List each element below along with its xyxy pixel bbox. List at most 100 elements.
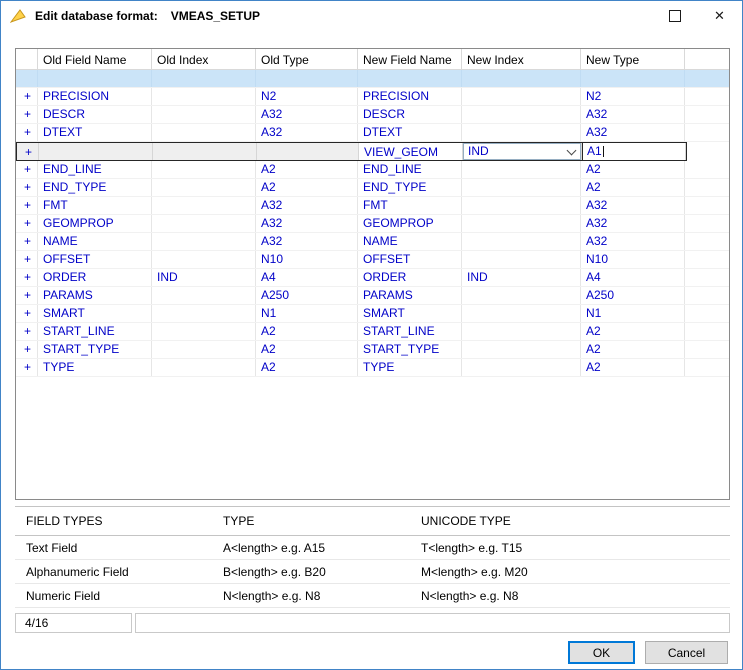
grid-cell: NAME (358, 233, 462, 250)
grid-cell: A32 (581, 233, 685, 250)
status-panel (135, 613, 730, 633)
grid-cell: PARAMS (358, 287, 462, 304)
grid-cell (685, 197, 729, 214)
grid-header-row: Old Field NameOld IndexOld TypeNew Field… (16, 49, 729, 70)
grid-cell (685, 323, 729, 340)
grid-cell: A2 (581, 341, 685, 358)
grid-cell (152, 179, 256, 196)
dialog-title-value: VMEAS_SETUP (171, 9, 260, 23)
grid-cell: FMT (358, 197, 462, 214)
row-marker[interactable]: + (16, 323, 38, 340)
grid-cell (685, 124, 729, 141)
legend-row-alphanumeric-field: Alphanumeric Field B<length> e.g. B20 M<… (15, 560, 730, 584)
row-marker[interactable]: + (16, 106, 38, 123)
maximize-icon (669, 10, 681, 22)
grid-cell: A32 (581, 124, 685, 141)
grid-row[interactable]: +END_LINEA2END_LINEA2 (16, 161, 729, 179)
row-marker[interactable]: + (16, 269, 38, 286)
grid-cell: PRECISION (38, 88, 152, 105)
grid-cell: A250 (581, 287, 685, 304)
grid-row[interactable]: +START_LINEA2START_LINEA2 (16, 323, 729, 341)
legend-cell: T<length> e.g. T15 (421, 541, 730, 555)
combobox-value: IND (468, 144, 489, 159)
grid-row[interactable]: +ORDERINDA4ORDERINDA4 (16, 269, 729, 287)
dialog-title: Edit database format: (35, 9, 158, 23)
row-counter: 4/16 (15, 613, 132, 633)
grid-cell: TYPE (358, 359, 462, 376)
grid-cell (152, 124, 256, 141)
grid-cell: A32 (256, 233, 358, 250)
grid-cell: START_LINE (38, 323, 152, 340)
grid-row[interactable]: +START_TYPEA2START_TYPEA2 (16, 341, 729, 359)
grid-cell: DTEXT (358, 124, 462, 141)
grid-cell: END_TYPE (358, 179, 462, 196)
row-marker[interactable]: + (16, 197, 38, 214)
row-marker[interactable]: + (17, 143, 39, 160)
row-marker[interactable]: + (16, 179, 38, 196)
legend-cell: Numeric Field (15, 589, 223, 603)
row-marker[interactable]: + (16, 124, 38, 141)
grid-cell: END_TYPE (38, 179, 152, 196)
field-grid: Old Field NameOld IndexOld TypeNew Field… (15, 48, 730, 500)
grid-new-row[interactable] (16, 70, 729, 88)
grid-cell (152, 359, 256, 376)
grid-cell: ORDER (358, 269, 462, 286)
row-marker[interactable]: + (16, 341, 38, 358)
grid-row[interactable]: +NAMEA32NAMEA32 (16, 233, 729, 251)
grid-cell: N1 (581, 305, 685, 322)
grid-row[interactable]: +DESCRA32DESCRA32 (16, 106, 729, 124)
cancel-button[interactable]: Cancel (645, 641, 728, 664)
column-header (685, 49, 729, 70)
row-marker[interactable]: + (16, 305, 38, 322)
grid-cell (462, 341, 581, 358)
grid-cell (462, 161, 581, 178)
grid-row[interactable]: +FMTA32FMTA32 (16, 197, 729, 215)
grid-row[interactable]: +TYPEA2TYPEA2 (16, 359, 729, 377)
row-marker[interactable]: + (16, 359, 38, 376)
grid-cell: A32 (581, 215, 685, 232)
grid-cell (462, 233, 581, 250)
grid-edit-row[interactable]: +VIEW_GEOMINDA1 (16, 142, 729, 161)
grid-cell: DESCR (358, 106, 462, 123)
legend-header-type: TYPE (223, 514, 421, 528)
grid-row[interactable]: +GEOMPROPA32GEOMPROPA32 (16, 215, 729, 233)
column-header: Old Index (152, 49, 256, 70)
grid-cell (685, 305, 729, 322)
grid-row[interactable]: +DTEXTA32DTEXTA32 (16, 124, 729, 142)
legend-cell: B<length> e.g. B20 (223, 565, 421, 579)
grid-row[interactable]: +SMARTN1SMARTN1 (16, 305, 729, 323)
grid-cell (462, 106, 581, 123)
row-marker[interactable]: + (16, 215, 38, 232)
grid-row[interactable]: +PRECISIONN2PRECISIONN2 (16, 88, 729, 106)
grid-row[interactable]: +PARAMSA250PARAMSA250 (16, 287, 729, 305)
grid-cell: A2 (256, 359, 358, 376)
row-marker[interactable]: + (16, 287, 38, 304)
new-type-input[interactable]: A1 (582, 143, 685, 160)
grid-cell: SMART (38, 305, 152, 322)
row-marker[interactable]: + (16, 161, 38, 178)
grid-cell: END_LINE (358, 161, 462, 178)
close-button[interactable]: ✕ (697, 1, 742, 31)
grid-cell (152, 287, 256, 304)
grid-row[interactable]: +OFFSETN10OFFSETN10 (16, 251, 729, 269)
column-header: New Type (581, 49, 685, 70)
grid-cell: TYPE (38, 359, 152, 376)
grid-cell: A250 (256, 287, 358, 304)
grid-cell (257, 143, 359, 160)
maximize-button[interactable] (652, 1, 697, 31)
grid-cell (685, 179, 729, 196)
row-marker[interactable]: + (16, 88, 38, 105)
grid-cell: A32 (256, 215, 358, 232)
row-marker[interactable]: + (16, 233, 38, 250)
grid-cell (462, 124, 581, 141)
grid-cell (152, 70, 256, 87)
grid-cell: OFFSET (358, 251, 462, 268)
new-index-combobox[interactable]: IND (463, 143, 581, 160)
row-marker[interactable]: + (16, 251, 38, 268)
grid-cell: START_LINE (358, 323, 462, 340)
grid-cell: PARAMS (38, 287, 152, 304)
grid-row[interactable]: +END_TYPEA2END_TYPEA2 (16, 179, 729, 197)
ok-button[interactable]: OK (568, 641, 635, 664)
chevron-down-icon (568, 149, 575, 154)
grid-cell: DTEXT (38, 124, 152, 141)
